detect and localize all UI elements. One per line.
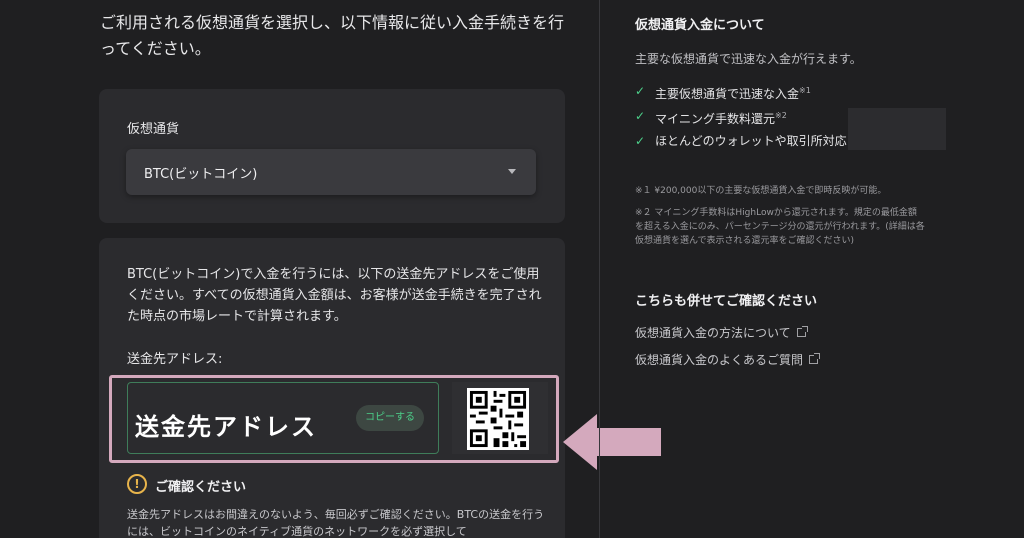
address-highlight-frame: 送金先アドレス コピーする xyxy=(109,375,559,463)
see-also-title: こちらも併せてご確認ください xyxy=(635,294,818,309)
check-icon: ✓ xyxy=(635,109,646,123)
caret-down-icon xyxy=(508,169,516,174)
column-divider xyxy=(599,0,600,538)
link-deposit-faq[interactable]: 仮想通貨入金のよくあるご質問 xyxy=(635,351,821,368)
check-icon: ✓ xyxy=(635,84,646,98)
redacted-block xyxy=(848,108,946,150)
currency-select-card: 仮想通貨 BTC(ビットコイン) xyxy=(99,89,565,223)
address-card: BTC(ビットコイン)で入金を行うには、以下の送金先アドレスをご使用ください。す… xyxy=(99,238,565,538)
qr-code-icon xyxy=(467,388,529,450)
footnote-2: ※２ マイニング手数料はHighLowから還元されます。規定の最低金額を超える入… xyxy=(635,208,925,246)
intro-text: ご利用される仮想通貨を選択し、以下情報に従い入金手続きを行ってください。 xyxy=(100,13,565,58)
qr-container xyxy=(452,382,548,454)
warning-title: ご確認ください xyxy=(155,480,247,495)
warning-icon: ! xyxy=(127,474,147,494)
currency-dropdown[interactable]: BTC(ビットコイン) xyxy=(126,149,536,195)
external-link-icon xyxy=(796,326,808,337)
list-item: ✓ ほとんどのウォレットや取引所対応 xyxy=(635,130,855,152)
address-label: 送金先アドレス: xyxy=(127,352,223,367)
address-description: BTC(ビットコイン)で入金を行うには、以下の送金先アドレスをご使用ください。す… xyxy=(127,267,542,324)
address-value: 送金先アドレス xyxy=(135,413,317,441)
link-deposit-method[interactable]: 仮想通貨入金の方法について xyxy=(635,324,808,341)
footnote-1: ※１ ¥200,000以下の主要な仮想通貨入金で即時反映が可能。 xyxy=(635,186,887,196)
list-item: ✓ マイニング手数料還元※2 xyxy=(635,105,855,130)
currency-label: 仮想通貨 xyxy=(127,122,180,137)
warning-text: 送金先アドレスはお間違えのないよう、毎回必ずご確認ください。BTCの送金を行うに… xyxy=(127,508,545,538)
copy-button[interactable]: コピーする xyxy=(356,405,424,431)
list-item: ✓ 主要仮想通貨で迅速な入金※1 xyxy=(635,80,855,105)
currency-selected-value: BTC(ビットコイン) xyxy=(144,167,258,182)
sidebar-subtitle: 主要な仮想通貨で迅速な入金が行えます。 xyxy=(635,52,862,66)
pointer-arrow-icon xyxy=(563,414,661,470)
sidebar-title: 仮想通貨入金について xyxy=(635,18,765,33)
external-link-icon xyxy=(809,353,821,364)
check-icon: ✓ xyxy=(635,134,646,148)
feature-list: ✓ 主要仮想通貨で迅速な入金※1 ✓ マイニング手数料還元※2 ✓ ほとんどのウ… xyxy=(635,80,855,152)
address-field[interactable]: 送金先アドレス コピーする xyxy=(127,382,439,454)
